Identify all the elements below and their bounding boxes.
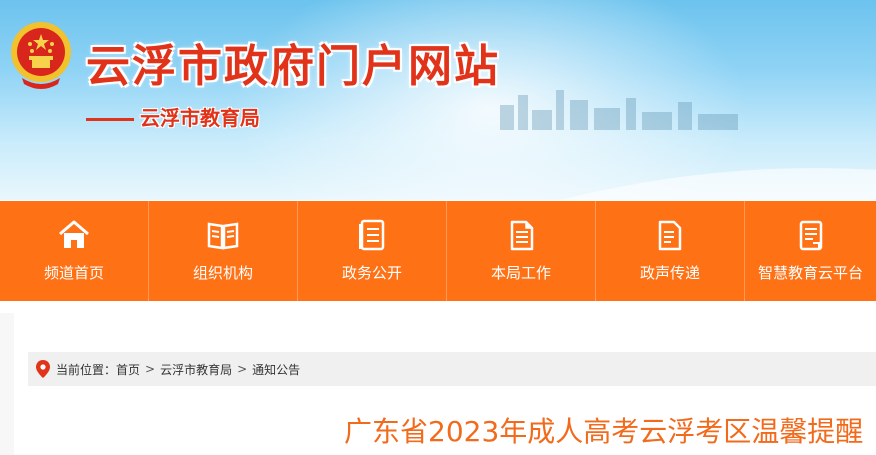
header-banner: 云浮市政府门户网站 云浮市教育局 bbox=[0, 0, 876, 200]
left-strip bbox=[0, 313, 14, 455]
breadcrumb-prefix: 当前位置： bbox=[56, 362, 117, 377]
breadcrumb-separator: > bbox=[145, 362, 156, 376]
department-title: 云浮市教育局 bbox=[86, 102, 260, 131]
location-pin-icon bbox=[36, 360, 50, 378]
department-name: 云浮市教育局 bbox=[140, 106, 260, 130]
nav-label: 频道首页 bbox=[43, 264, 104, 282]
nav-item-smart-education-cloud[interactable]: 智慧教育云平台 bbox=[745, 201, 876, 301]
nav-item-policy-communication[interactable]: 政声传递 bbox=[596, 201, 745, 301]
title-dash bbox=[86, 118, 134, 121]
breadcrumb-bureau-link[interactable]: 云浮市教育局 bbox=[160, 361, 232, 378]
home-icon bbox=[59, 220, 89, 248]
city-skyline-graphic bbox=[500, 90, 738, 130]
site-title: 云浮市政府门户网站 bbox=[86, 41, 500, 92]
nav-item-organization[interactable]: 组织机构 bbox=[149, 201, 298, 301]
breadcrumb-separator: > bbox=[237, 362, 248, 376]
breadcrumb-home-link[interactable]: 首页 bbox=[116, 361, 140, 378]
nav-label: 智慧教育云平台 bbox=[757, 264, 863, 282]
document-list-icon bbox=[359, 219, 385, 251]
nav-item-home[interactable]: 频道首页 bbox=[0, 201, 149, 301]
nav-item-bureau-work[interactable]: 本局工作 bbox=[447, 201, 596, 301]
article-title: 广东省2023年成人高考云浮考区温馨提醒 bbox=[344, 415, 864, 448]
nav-label: 组织机构 bbox=[192, 264, 253, 282]
nav-label: 政声传递 bbox=[639, 264, 700, 282]
breadcrumb-notices-link[interactable]: 通知公告 bbox=[252, 361, 300, 378]
clipboard-icon bbox=[799, 220, 822, 251]
notepad-icon bbox=[510, 220, 534, 251]
nav-label: 本局工作 bbox=[490, 264, 551, 282]
banner-swoosh bbox=[560, 168, 876, 200]
nav-label: 政务公开 bbox=[341, 264, 402, 282]
national-emblem-icon bbox=[11, 22, 71, 89]
open-book-icon bbox=[207, 222, 239, 250]
nav-item-government-affairs[interactable]: 政务公开 bbox=[298, 201, 447, 301]
main-nav: 频道首页 组织机构 政务公开 本局工作 政声传递 智慧教育云平台 bbox=[0, 201, 876, 301]
breadcrumb: 当前位置： 首页 > 云浮市教育局 > 通知公告 bbox=[28, 352, 876, 386]
document-refresh-icon bbox=[658, 220, 682, 251]
